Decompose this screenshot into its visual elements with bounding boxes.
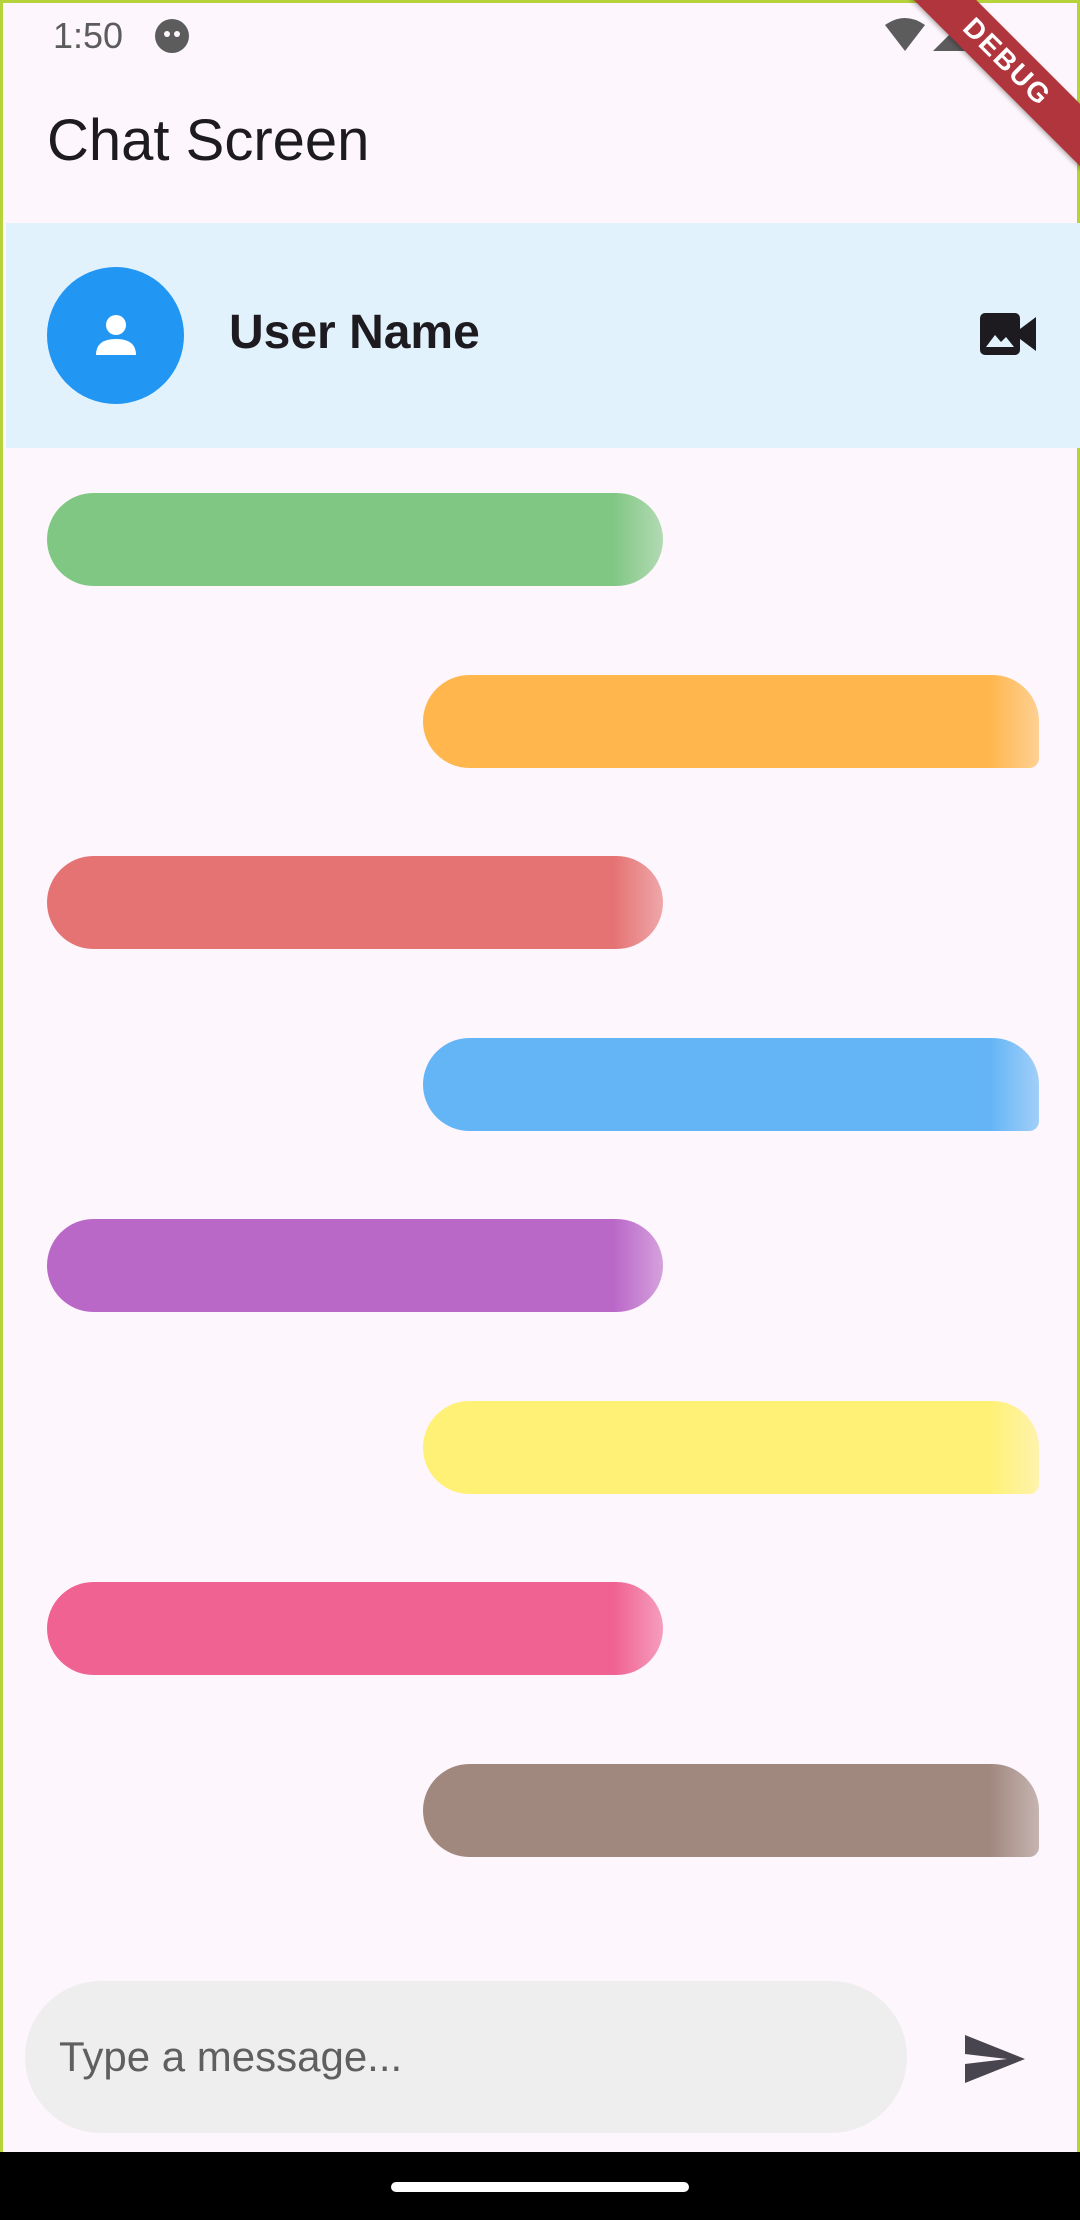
android-debug-icon <box>155 19 189 53</box>
message-bubble-right[interactable] <box>423 1038 1039 1131</box>
home-indicator[interactable] <box>391 2182 689 2192</box>
status-time: 1:50 <box>53 15 124 56</box>
system-nav-bar <box>0 2152 1080 2220</box>
chat-user-header: User Name <box>6 223 1080 448</box>
message-input[interactable] <box>25 1981 907 2133</box>
message-bubble-left[interactable] <box>47 493 663 586</box>
message-bubble-right[interactable] <box>423 1401 1039 1494</box>
message-bubble-right[interactable] <box>423 1764 1039 1857</box>
message-bubble-left[interactable] <box>47 1582 663 1675</box>
user-name: User Name <box>229 306 480 359</box>
page-title: Chat Screen <box>47 108 370 173</box>
status-bar: 1:50 <box>3 3 1080 69</box>
avatar[interactable] <box>47 267 184 404</box>
composer <box>3 1973 1080 2133</box>
person-icon <box>96 315 136 355</box>
wifi-icon <box>885 18 925 51</box>
message-bubble-left[interactable] <box>47 856 663 949</box>
message-bubble-left[interactable] <box>47 1219 663 1312</box>
send-icon[interactable] <box>963 2031 1027 2087</box>
video-camera-icon[interactable] <box>978 309 1038 359</box>
message-bubble-right[interactable] <box>423 675 1039 768</box>
app-frame: 1:50 Chat Screen User Name <box>0 0 1080 2152</box>
